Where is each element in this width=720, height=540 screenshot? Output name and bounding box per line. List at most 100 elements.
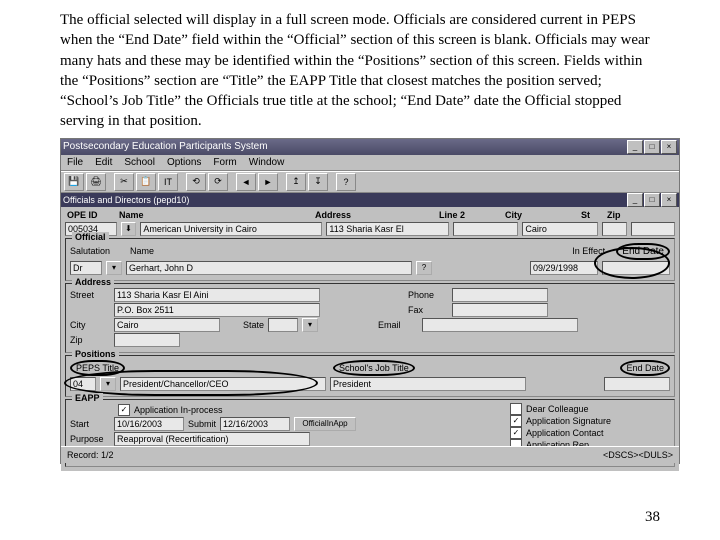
state-label: State xyxy=(224,320,264,330)
pos-enddate-field[interactable] xyxy=(604,377,670,391)
salutation-field[interactable]: Dr xyxy=(70,261,102,275)
col-opeid: OPE ID xyxy=(67,210,113,220)
positions-group-label: Positions xyxy=(72,349,119,359)
inner-window-title: Officials and Directors (pepd10) xyxy=(63,195,189,205)
col-st: St xyxy=(581,210,601,220)
street2-field[interactable]: P.O. Box 2511 xyxy=(114,303,320,317)
official-group-label: Official xyxy=(72,232,109,242)
col-city: City xyxy=(505,210,575,220)
submit-field[interactable]: 12/16/2003 xyxy=(220,417,290,431)
toolbar-icon[interactable]: ? xyxy=(336,173,356,191)
fax-label: Fax xyxy=(408,305,448,315)
street-label: Street xyxy=(70,290,110,300)
officialinapp-button[interactable]: OfficialInApp xyxy=(294,417,356,431)
fax-field[interactable] xyxy=(452,303,548,317)
schooljob-label-circled: School's Job Title xyxy=(333,360,415,376)
salutation-label: Salutation xyxy=(70,246,126,256)
col-name: Name xyxy=(119,210,309,220)
menu-form[interactable]: Form xyxy=(213,157,236,168)
zip-field xyxy=(631,222,675,236)
appcontact-checkbox[interactable]: ✓ xyxy=(510,427,522,439)
addr-zip-field[interactable] xyxy=(114,333,180,347)
toolbar-icon[interactable]: ↧ xyxy=(308,173,328,191)
pepstitle-field[interactable]: President/Chancellor/CEO xyxy=(120,377,326,391)
col-line2: Line 2 xyxy=(439,210,499,220)
dearcolleague-checkbox[interactable] xyxy=(510,403,522,415)
record-indicator: Record: 1/2 xyxy=(67,450,114,460)
menubar: File Edit School Options Form Window xyxy=(61,155,679,171)
purpose-field[interactable]: Reapproval (Recertification) xyxy=(114,432,310,446)
state-field[interactable] xyxy=(268,318,298,332)
toolbar-icon[interactable]: 💾 xyxy=(64,173,84,191)
submit-label: Submit xyxy=(188,419,216,429)
toolbar-icon[interactable]: 📋 xyxy=(136,173,156,191)
ineffect-field[interactable]: 09/29/1998 xyxy=(530,261,598,275)
menu-edit[interactable]: Edit xyxy=(95,157,112,168)
toolbar-icon[interactable]: ✂ xyxy=(114,173,134,191)
position-code-field[interactable]: 04 xyxy=(70,377,96,391)
menu-window[interactable]: Window xyxy=(249,157,285,168)
page-number: 38 xyxy=(645,509,660,526)
eapp-group-label: EAPP xyxy=(72,393,103,403)
inner-titlebar: Officials and Directors (pepd10) _ □ × xyxy=(61,193,679,207)
statusbar: Record: 1/2 <DSCS><DULS> xyxy=(61,446,679,463)
lookup-icon[interactable]: ⬇ xyxy=(121,222,137,236)
street1-field[interactable]: 113 Sharia Kasr El Aini xyxy=(114,288,320,302)
official-name-field[interactable]: Gerhart, John D xyxy=(126,261,412,275)
toolbar-icon[interactable]: 🖨 xyxy=(86,173,106,191)
phone-field[interactable] xyxy=(452,288,548,302)
schooljob-field[interactable]: President xyxy=(330,377,526,391)
phone-label: Phone xyxy=(408,290,448,300)
appsig-checkbox[interactable]: ✓ xyxy=(510,415,522,427)
zip-label: Zip xyxy=(70,335,110,345)
toolbar-icon[interactable]: ↥ xyxy=(286,173,306,191)
address-field: 113 Sharia Kasr El xyxy=(326,222,449,236)
inner-max-button[interactable]: □ xyxy=(644,193,660,207)
enddate-label-circled: End Date xyxy=(616,243,670,260)
official-enddate-field[interactable] xyxy=(602,261,670,275)
dropdown-icon[interactable]: ▾ xyxy=(106,261,122,275)
screenshot-container: Postsecondary Education Participants Sys… xyxy=(60,138,680,464)
inprocess-label: Application In-process xyxy=(134,405,223,415)
school-name-field: American University in Cairo xyxy=(140,222,322,236)
pepstitle-label-circled: PEPS Title xyxy=(70,360,125,376)
toolbar-icon[interactable]: IT xyxy=(158,173,178,191)
official-group: Official Salutation Name In Effect End D… xyxy=(65,238,675,281)
ineffect-label: In Effect xyxy=(572,246,612,256)
toolbar-icon[interactable]: ◄ xyxy=(236,173,256,191)
menu-file[interactable]: File xyxy=(67,157,83,168)
appcontact-label: Application Contact xyxy=(526,428,604,438)
toolbar-icon[interactable]: ⟳ xyxy=(208,173,228,191)
app-title: Postsecondary Education Participants Sys… xyxy=(63,141,268,152)
inprocess-checkbox[interactable]: ✓ xyxy=(118,404,130,416)
address-group: Address Street 113 Sharia Kasr El Aini P… xyxy=(65,283,675,353)
toolbar-icon[interactable]: ⟲ xyxy=(186,173,206,191)
email-label: Email xyxy=(378,320,418,330)
inner-close-button[interactable]: × xyxy=(661,193,677,207)
maximize-button[interactable]: □ xyxy=(644,140,660,154)
menu-options[interactable]: Options xyxy=(167,157,201,168)
app-titlebar: Postsecondary Education Participants Sys… xyxy=(61,139,679,155)
city-label: City xyxy=(70,320,110,330)
appsig-label: Application Signature xyxy=(526,416,611,426)
start-label: Start xyxy=(70,419,110,429)
inner-min-button[interactable]: _ xyxy=(627,193,643,207)
menu-school[interactable]: School xyxy=(124,157,155,168)
instruction-text: The official selected will display in a … xyxy=(60,10,660,132)
form-area: OPE ID Name Address Line 2 City St Zip 0… xyxy=(61,207,679,471)
close-button[interactable]: × xyxy=(661,140,677,154)
dropdown-icon[interactable]: ▾ xyxy=(302,318,318,332)
official-name-label: Name xyxy=(130,246,170,256)
city-field: Cairo xyxy=(522,222,597,236)
dropdown-icon[interactable]: ▾ xyxy=(100,377,116,391)
toolbar: 💾 🖨 ✂ 📋 IT ⟲ ⟳ ◄ ► ↥ ↧ ? xyxy=(61,171,679,193)
mode-indicator: <DSCS><DULS> xyxy=(603,450,673,460)
start-field[interactable]: 10/16/2003 xyxy=(114,417,184,431)
addr-city-field[interactable]: Cairo xyxy=(114,318,220,332)
positions-group: Positions PEPS Title School's Job Title … xyxy=(65,355,675,397)
toolbar-icon[interactable]: ► xyxy=(258,173,278,191)
minimize-button[interactable]: _ xyxy=(627,140,643,154)
help-icon[interactable]: ? xyxy=(416,261,432,275)
purpose-label: Purpose xyxy=(70,434,110,444)
email-field[interactable] xyxy=(422,318,578,332)
